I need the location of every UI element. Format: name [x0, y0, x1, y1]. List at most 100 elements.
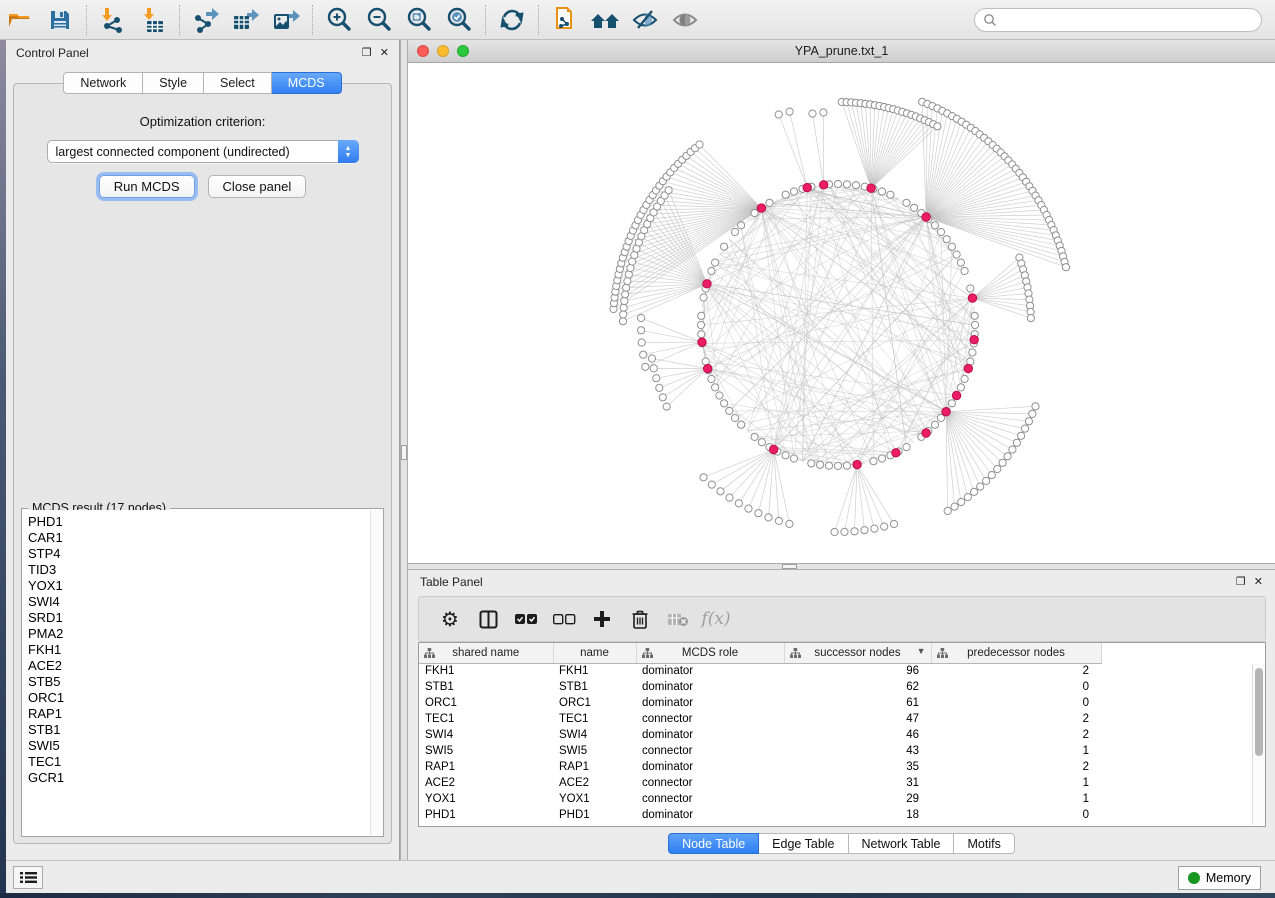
refresh-network-icon[interactable] [495, 5, 529, 35]
export-table-icon[interactable] [229, 5, 263, 35]
mcds-result-item[interactable]: GCR1 [28, 770, 370, 786]
float-panel-icon[interactable]: ❐ [362, 48, 372, 59]
table-cell[interactable]: 0 [931, 695, 1101, 711]
deselect-all-rows-icon[interactable] [545, 613, 583, 626]
import-table-icon[interactable] [136, 5, 170, 35]
table-row[interactable]: RAP1RAP1dominator352 [419, 759, 1250, 775]
table-cell[interactable]: 35 [784, 759, 931, 775]
table-cell[interactable]: 2 [931, 663, 1101, 679]
table-cell[interactable]: RAP1 [419, 759, 553, 775]
table-options-gear-icon[interactable]: ⚙ [431, 607, 469, 631]
table-cell[interactable]: 2 [931, 711, 1101, 727]
close-panel-button[interactable]: Close panel [208, 175, 307, 198]
mcds-result-item[interactable]: STB1 [28, 722, 370, 738]
table-cell[interactable]: dominator [636, 807, 784, 823]
table-row[interactable]: PHD1PHD1dominator180 [419, 807, 1250, 823]
import-network-icon[interactable] [96, 5, 130, 35]
table-cell[interactable]: connector [636, 711, 784, 727]
table-cell[interactable]: connector [636, 791, 784, 807]
table-cell[interactable]: 2 [931, 727, 1101, 743]
table-cell[interactable]: 0 [931, 807, 1101, 823]
table-cell[interactable]: PHD1 [553, 807, 636, 823]
table-cell[interactable]: 1 [931, 775, 1101, 791]
table-cell[interactable]: dominator [636, 727, 784, 743]
table-row[interactable]: ORC1ORC1dominator610 [419, 695, 1250, 711]
table-cell[interactable]: 62 [784, 679, 931, 695]
table-cell[interactable]: FKH1 [553, 663, 636, 679]
splitter-grip[interactable] [401, 445, 407, 460]
table-cell[interactable]: connector [636, 743, 784, 759]
open-file-icon[interactable] [3, 5, 37, 35]
vertical-splitter[interactable] [400, 40, 408, 860]
zoom-selected-icon[interactable] [442, 5, 476, 35]
tab-node-table[interactable]: Node Table [668, 833, 759, 854]
table-cell[interactable]: ACE2 [553, 775, 636, 791]
mcds-result-item[interactable]: RAP1 [28, 706, 370, 722]
column-header-MCDS-role[interactable]: MCDS role [636, 643, 784, 663]
table-cell[interactable]: 96 [784, 663, 931, 679]
table-cell[interactable]: 18 [784, 807, 931, 823]
table-row[interactable]: TEC1TEC1connector472 [419, 711, 1250, 727]
zoom-in-icon[interactable] [322, 5, 356, 35]
mcds-result-item[interactable]: SRD1 [28, 610, 370, 626]
search-field[interactable] [974, 8, 1262, 32]
mcds-result-item[interactable]: PMA2 [28, 626, 370, 642]
tab-edge-table[interactable]: Edge Table [759, 833, 848, 854]
table-cell[interactable]: TEC1 [419, 711, 553, 727]
table-cell[interactable]: 31 [784, 775, 931, 791]
mcds-result-list[interactable]: PHD1CAR1STP4TID3YOX1SWI4SRD1PMA2FKH1ACE2… [23, 510, 370, 835]
table-cell[interactable]: connector [636, 775, 784, 791]
network-graph[interactable] [408, 63, 1275, 563]
table-scrollbar-thumb[interactable] [1255, 668, 1263, 756]
network-canvas[interactable] [408, 63, 1275, 563]
table-cell[interactable]: SWI5 [419, 743, 553, 759]
table-cell[interactable]: 1 [931, 743, 1101, 759]
new-network-from-selection-icon[interactable] [548, 5, 582, 35]
network-window-titlebar[interactable]: YPA_prune.txt_1 [408, 40, 1275, 63]
table-cell[interactable]: 1 [931, 791, 1101, 807]
tab-select[interactable]: Select [204, 72, 272, 94]
node-table[interactable]: shared namenameMCDS rolesuccessor nodes▼… [418, 642, 1266, 827]
column-header-successor-nodes[interactable]: successor nodes▼ [784, 643, 931, 663]
first-neighbors-icon[interactable] [588, 5, 622, 35]
save-session-icon[interactable] [43, 5, 77, 35]
table-cell[interactable]: 61 [784, 695, 931, 711]
table-row[interactable]: YOX1YOX1connector291 [419, 791, 1250, 807]
mcds-result-item[interactable]: STP4 [28, 546, 370, 562]
table-cell[interactable]: dominator [636, 679, 784, 695]
mcds-result-item[interactable]: TID3 [28, 562, 370, 578]
column-header-shared-name[interactable]: shared name [419, 643, 553, 663]
table-row[interactable]: SWI4SWI4dominator462 [419, 727, 1250, 743]
show-columns-icon[interactable] [469, 610, 507, 629]
table-row[interactable]: SWI5SWI5connector431 [419, 743, 1250, 759]
zoom-fit-icon[interactable] [402, 5, 436, 35]
table-cell[interactable]: SWI5 [553, 743, 636, 759]
table-cell[interactable]: 2 [931, 759, 1101, 775]
table-cell[interactable]: 29 [784, 791, 931, 807]
mcds-result-item[interactable]: ACE2 [28, 658, 370, 674]
zoom-out-icon[interactable] [362, 5, 396, 35]
close-panel-icon[interactable]: ✕ [380, 48, 389, 59]
table-row[interactable]: ACE2ACE2connector311 [419, 775, 1250, 791]
table-cell[interactable]: FKH1 [419, 663, 553, 679]
table-cell[interactable]: ACE2 [419, 775, 553, 791]
mcds-result-item[interactable]: ORC1 [28, 690, 370, 706]
log-console-button[interactable] [13, 866, 43, 889]
tab-network[interactable]: Network [63, 72, 143, 94]
tab-mcds[interactable]: MCDS [272, 72, 342, 94]
table-cell[interactable]: 47 [784, 711, 931, 727]
memory-button[interactable]: Memory [1178, 866, 1261, 890]
show-all-icon[interactable] [668, 5, 702, 35]
tab-style[interactable]: Style [143, 72, 204, 94]
column-header-name[interactable]: name [553, 643, 636, 663]
tab-network-table[interactable]: Network Table [849, 833, 955, 854]
table-cell[interactable]: TEC1 [553, 711, 636, 727]
column-header-predecessor-nodes[interactable]: predecessor nodes [931, 643, 1101, 663]
table-cell[interactable]: YOX1 [419, 791, 553, 807]
add-column-icon[interactable] [583, 610, 621, 628]
float-panel-icon[interactable]: ❐ [1236, 577, 1246, 588]
table-cell[interactable]: PHD1 [419, 807, 553, 823]
table-cell[interactable]: dominator [636, 695, 784, 711]
table-cell[interactable]: 0 [931, 679, 1101, 695]
export-image-icon[interactable] [269, 5, 303, 35]
